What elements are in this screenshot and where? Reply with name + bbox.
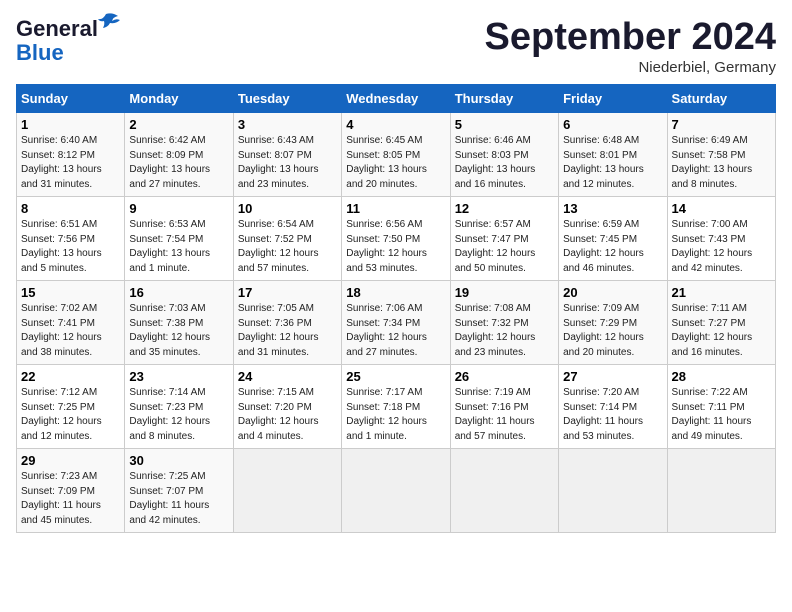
table-row xyxy=(342,449,450,533)
table-row: 22Sunrise: 7:12 AM Sunset: 7:25 PM Dayli… xyxy=(17,365,125,449)
title-area: September 2024 Niederbiel, Germany xyxy=(485,16,777,76)
table-row: 26Sunrise: 7:19 AM Sunset: 7:16 PM Dayli… xyxy=(450,365,558,449)
week-row-2: 8Sunrise: 6:51 AM Sunset: 7:56 PM Daylig… xyxy=(17,197,776,281)
location: Niederbiel, Germany xyxy=(485,59,777,76)
col-friday: Friday xyxy=(559,85,667,113)
table-row: 13Sunrise: 6:59 AM Sunset: 7:45 PM Dayli… xyxy=(559,197,667,281)
week-row-4: 22Sunrise: 7:12 AM Sunset: 7:25 PM Dayli… xyxy=(17,365,776,449)
table-row: 1Sunrise: 6:40 AM Sunset: 8:12 PM Daylig… xyxy=(17,113,125,197)
table-row: 11Sunrise: 6:56 AM Sunset: 7:50 PM Dayli… xyxy=(342,197,450,281)
table-row: 2Sunrise: 6:42 AM Sunset: 8:09 PM Daylig… xyxy=(125,113,233,197)
table-row: 8Sunrise: 6:51 AM Sunset: 7:56 PM Daylig… xyxy=(17,197,125,281)
table-row: 7Sunrise: 6:49 AM Sunset: 7:58 PM Daylig… xyxy=(667,113,775,197)
table-row: 24Sunrise: 7:15 AM Sunset: 7:20 PM Dayli… xyxy=(233,365,341,449)
table-row: 5Sunrise: 6:46 AM Sunset: 8:03 PM Daylig… xyxy=(450,113,558,197)
table-row: 23Sunrise: 7:14 AM Sunset: 7:23 PM Dayli… xyxy=(125,365,233,449)
logo: General Blue xyxy=(16,16,98,66)
table-row: 12Sunrise: 6:57 AM Sunset: 7:47 PM Dayli… xyxy=(450,197,558,281)
table-row: 6Sunrise: 6:48 AM Sunset: 8:01 PM Daylig… xyxy=(559,113,667,197)
col-tuesday: Tuesday xyxy=(233,85,341,113)
table-row: 14Sunrise: 7:00 AM Sunset: 7:43 PM Dayli… xyxy=(667,197,775,281)
table-row: 17Sunrise: 7:05 AM Sunset: 7:36 PM Dayli… xyxy=(233,281,341,365)
table-row: 25Sunrise: 7:17 AM Sunset: 7:18 PM Dayli… xyxy=(342,365,450,449)
table-row: 9Sunrise: 6:53 AM Sunset: 7:54 PM Daylig… xyxy=(125,197,233,281)
col-monday: Monday xyxy=(125,85,233,113)
table-row xyxy=(233,449,341,533)
table-row: 4Sunrise: 6:45 AM Sunset: 8:05 PM Daylig… xyxy=(342,113,450,197)
col-thursday: Thursday xyxy=(450,85,558,113)
table-row: 28Sunrise: 7:22 AM Sunset: 7:11 PM Dayli… xyxy=(667,365,775,449)
table-row: 10Sunrise: 6:54 AM Sunset: 7:52 PM Dayli… xyxy=(233,197,341,281)
table-row: 29Sunrise: 7:23 AM Sunset: 7:09 PM Dayli… xyxy=(17,449,125,533)
table-row: 21Sunrise: 7:11 AM Sunset: 7:27 PM Dayli… xyxy=(667,281,775,365)
page-header: General Blue September 2024 Niederbiel, … xyxy=(16,16,776,76)
logo-bird-icon xyxy=(98,12,120,30)
week-row-3: 15Sunrise: 7:02 AM Sunset: 7:41 PM Dayli… xyxy=(17,281,776,365)
col-wednesday: Wednesday xyxy=(342,85,450,113)
table-row: 15Sunrise: 7:02 AM Sunset: 7:41 PM Dayli… xyxy=(17,281,125,365)
logo-text-general: General xyxy=(16,16,98,41)
table-row xyxy=(667,449,775,533)
calendar-table: Sunday Monday Tuesday Wednesday Thursday… xyxy=(16,84,776,533)
table-row xyxy=(559,449,667,533)
logo-text-blue: Blue xyxy=(16,40,64,66)
month-title: September 2024 xyxy=(485,16,777,59)
col-sunday: Sunday xyxy=(17,85,125,113)
table-row: 30Sunrise: 7:25 AM Sunset: 7:07 PM Dayli… xyxy=(125,449,233,533)
table-row: 27Sunrise: 7:20 AM Sunset: 7:14 PM Dayli… xyxy=(559,365,667,449)
week-row-5: 29Sunrise: 7:23 AM Sunset: 7:09 PM Dayli… xyxy=(17,449,776,533)
header-row: Sunday Monday Tuesday Wednesday Thursday… xyxy=(17,85,776,113)
week-row-1: 1Sunrise: 6:40 AM Sunset: 8:12 PM Daylig… xyxy=(17,113,776,197)
table-row xyxy=(450,449,558,533)
table-row: 19Sunrise: 7:08 AM Sunset: 7:32 PM Dayli… xyxy=(450,281,558,365)
table-row: 3Sunrise: 6:43 AM Sunset: 8:07 PM Daylig… xyxy=(233,113,341,197)
table-row: 16Sunrise: 7:03 AM Sunset: 7:38 PM Dayli… xyxy=(125,281,233,365)
table-row: 18Sunrise: 7:06 AM Sunset: 7:34 PM Dayli… xyxy=(342,281,450,365)
table-row: 20Sunrise: 7:09 AM Sunset: 7:29 PM Dayli… xyxy=(559,281,667,365)
col-saturday: Saturday xyxy=(667,85,775,113)
